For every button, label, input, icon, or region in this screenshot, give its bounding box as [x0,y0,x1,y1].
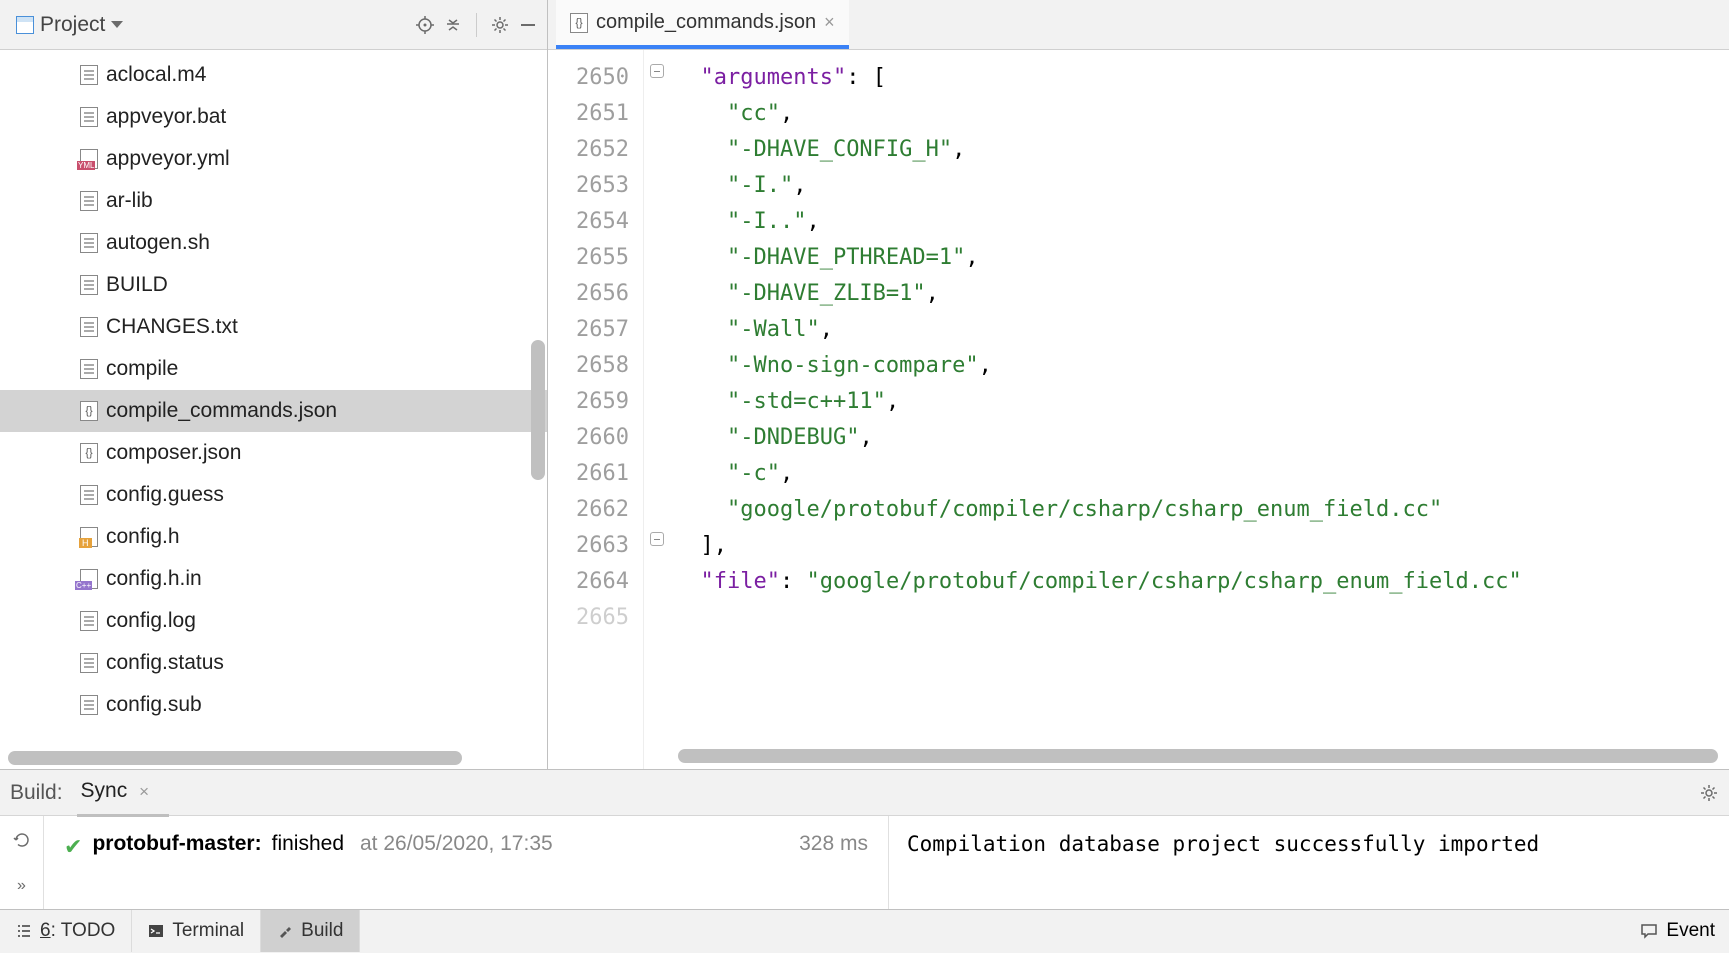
bottom-bar: 6: TODO Terminal Build Event [0,910,1729,952]
file-item[interactable]: BUILD [0,264,547,306]
build-side-toolbar: » [0,816,44,909]
file-file-icon [80,611,98,631]
collapse-all-icon[interactable] [442,14,464,36]
build-status-row[interactable]: ✔ protobuf-master: finished at 26/05/202… [44,816,889,909]
terminal-tab[interactable]: Terminal [132,910,261,952]
file-item[interactable]: config.guess [0,474,547,516]
json-file-icon [80,401,98,421]
build-state: finished [272,832,344,856]
file-name: ar-lib [106,189,153,213]
file-file-icon [80,275,98,295]
refresh-icon[interactable] [12,830,32,850]
json-file-icon [570,13,588,33]
editor-tabs: compile_commands.json × [548,0,1729,50]
file-item[interactable]: autogen.sh [0,222,547,264]
file-item[interactable]: CHANGES.txt [0,306,547,348]
file-item[interactable]: appveyor.bat [0,96,547,138]
file-item[interactable]: config.h [0,516,547,558]
editor-horizontal-scrollbar[interactable] [678,749,1718,763]
file-item[interactable]: config.status [0,642,547,684]
file-name: autogen.sh [106,231,210,255]
sync-tab[interactable]: Sync × [81,779,149,807]
h-file-icon [80,527,98,547]
sidebar-header: Project [0,0,547,50]
file-item[interactable]: config.h.in [0,558,547,600]
build-panel: Build: Sync × » ✔ protobuf-master: finis… [0,770,1729,910]
build-panel-title: Build: [10,781,63,805]
file-name: config.guess [106,483,224,507]
hide-icon[interactable] [517,14,539,36]
file-item[interactable]: appveyor.yml [0,138,547,180]
fold-marker-icon[interactable] [650,64,664,78]
event-log-button[interactable]: Event [1626,910,1729,952]
build-output[interactable]: Compilation database project successfull… [889,816,1729,909]
file-item[interactable]: compile_commands.json [0,390,547,432]
project-icon [16,16,34,34]
cpp-file-icon [80,569,98,589]
file-file-icon [80,653,98,673]
project-dropdown[interactable]: Project [8,9,131,41]
file-name: compile [106,357,178,381]
file-item[interactable]: config.sub [0,684,547,726]
hammer-icon [277,923,293,939]
file-tree[interactable]: aclocal.m4 appveyor.bat appveyor.yml ar-lib… [0,50,547,769]
horizontal-scrollbar[interactable] [8,751,462,765]
settings-icon[interactable] [1699,783,1719,803]
expand-icon[interactable]: » [17,877,26,895]
todo-tab[interactable]: 6: TODO [0,910,132,952]
fold-column[interactable] [644,50,674,769]
speech-bubble-icon [1640,922,1658,940]
file-file-icon [80,191,98,211]
list-icon [16,923,32,939]
build-timestamp: at 26/05/2020, 17:35 [360,832,553,856]
build-panel-tabs: Build: Sync × [0,770,1729,816]
file-name: config.h [106,525,180,549]
file-name: appveyor.bat [106,105,226,129]
file-name: aclocal.m4 [106,63,206,87]
code-content[interactable]: "arguments": [ "cc", "-DHAVE_CONFIG_H", … [674,50,1729,769]
file-file-icon [80,107,98,127]
settings-icon[interactable] [489,14,511,36]
yml-file-icon [80,149,98,169]
file-item[interactable]: config.log [0,600,547,642]
editor-area: compile_commands.json × 2650265126522653… [548,0,1729,769]
editor-tab-compile-commands[interactable]: compile_commands.json × [556,0,849,49]
tab-close-icon[interactable]: × [824,12,835,33]
file-name: config.h.in [106,567,202,591]
terminal-icon [148,923,164,939]
file-file-icon [80,317,98,337]
file-name: CHANGES.txt [106,315,238,339]
file-name: appveyor.yml [106,147,230,171]
tab-close-icon[interactable]: × [139,782,149,801]
file-name: composer.json [106,441,241,465]
file-name: config.sub [106,693,202,717]
file-file-icon [80,485,98,505]
file-file-icon [80,233,98,253]
file-name: config.status [106,651,224,675]
editor-tab-label: compile_commands.json [596,11,816,34]
file-item[interactable]: compile [0,348,547,390]
build-project-name: protobuf-master: [92,832,261,856]
vertical-scrollbar[interactable] [531,340,545,480]
editor-body[interactable]: 2650265126522653265426552656265726582659… [548,50,1729,769]
line-gutter: 2650265126522653265426552656265726582659… [548,50,644,769]
project-label: Project [40,13,105,37]
locate-icon[interactable] [414,14,436,36]
build-duration: 328 ms [799,832,868,856]
file-file-icon [80,359,98,379]
file-file-icon [80,65,98,85]
file-item[interactable]: composer.json [0,432,547,474]
file-file-icon [80,695,98,715]
file-name: compile_commands.json [106,399,337,423]
file-item[interactable]: aclocal.m4 [0,54,547,96]
project-sidebar: Project aclocal.m4 appveyor.bat appveyor.y… [0,0,548,769]
json-file-icon [80,443,98,463]
success-check-icon: ✔ [64,834,82,860]
file-name: BUILD [106,273,168,297]
fold-marker-icon[interactable] [650,532,664,546]
chevron-down-icon [111,21,123,28]
file-item[interactable]: ar-lib [0,180,547,222]
build-tab[interactable]: Build [261,910,360,952]
file-name: config.log [106,609,196,633]
